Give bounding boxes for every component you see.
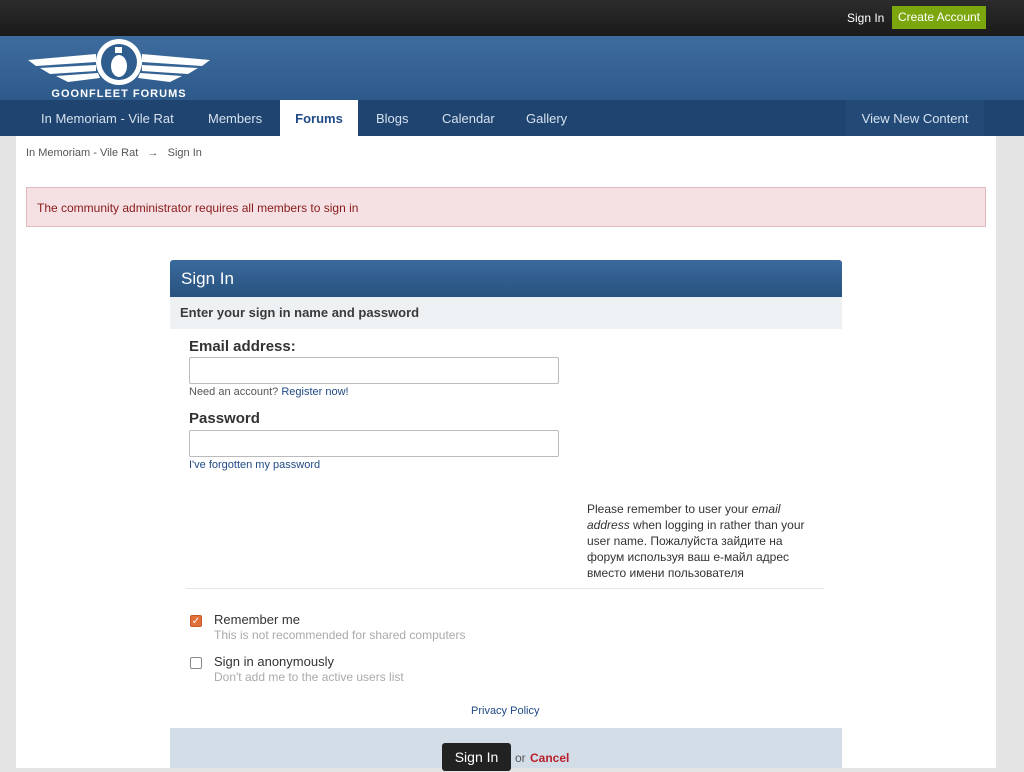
breadcrumb-home[interactable]: In Memoriam - Vile Rat — [26, 147, 138, 159]
forgot-password-link[interactable]: I've forgotten my password — [189, 459, 320, 471]
winged-grenade-logo-icon — [28, 39, 210, 85]
nav-gallery[interactable]: Gallery — [510, 100, 583, 136]
site-header: GOONFLEET FORUMS — [0, 36, 1024, 100]
breadcrumb: In Memoriam - Vile Rat → Sign In — [26, 147, 202, 159]
anonymous-checkbox[interactable] — [190, 657, 202, 669]
anonymous-label[interactable]: Sign in anonymously — [214, 654, 334, 669]
need-account-text: Need an account? Register now! — [189, 386, 349, 398]
site-logo[interactable]: GOONFLEET FORUMS — [26, 38, 212, 100]
remember-me-desc: This is not recommended for shared compu… — [214, 628, 466, 642]
nav-in-memoriam[interactable]: In Memoriam - Vile Rat — [25, 100, 190, 136]
nav-forums[interactable]: Forums — [280, 100, 358, 136]
remember-me-label[interactable]: Remember me — [214, 612, 300, 627]
cancel-link[interactable]: Cancel — [530, 751, 569, 765]
view-new-content-link[interactable]: View New Content — [846, 100, 984, 136]
nav-calendar[interactable]: Calendar — [426, 100, 511, 136]
email-note: Please remember to user your email addre… — [587, 501, 822, 581]
top-sign-in-link[interactable]: Sign In — [847, 11, 884, 25]
top-bar: Sign In Create Account — [0, 0, 1024, 36]
note-text: Please remember to user your — [587, 502, 752, 516]
divider — [186, 588, 824, 589]
create-account-button[interactable]: Create Account — [892, 6, 986, 29]
remember-me-checkbox[interactable]: ✓ — [190, 615, 202, 627]
email-field[interactable] — [189, 357, 559, 384]
anonymous-desc: Don't add me to the active users list — [214, 670, 404, 684]
main-nav: In Memoriam - Vile Rat Members Forums Bl… — [0, 100, 1024, 136]
nav-members[interactable]: Members — [192, 100, 278, 136]
or-text: or — [515, 751, 526, 765]
sign-in-required-alert: The community administrator requires all… — [26, 187, 986, 227]
privacy-policy-link[interactable]: Privacy Policy — [471, 705, 539, 717]
logo-text: GOONFLEET FORUMS — [51, 88, 187, 100]
sign-in-title: Sign In — [170, 260, 842, 297]
password-label: Password — [189, 410, 260, 427]
breadcrumb-current: Sign In — [167, 147, 202, 159]
sign-in-submit-button[interactable]: Sign In — [442, 743, 511, 771]
need-account-label: Need an account? — [189, 386, 279, 398]
nav-blogs[interactable]: Blogs — [360, 100, 425, 136]
register-link[interactable]: Register now! — [281, 386, 348, 398]
email-label: Email address: — [189, 338, 296, 355]
sign-in-subtitle: Enter your sign in name and password — [170, 297, 842, 329]
password-field[interactable] — [189, 430, 559, 457]
breadcrumb-separator: → — [147, 147, 159, 159]
